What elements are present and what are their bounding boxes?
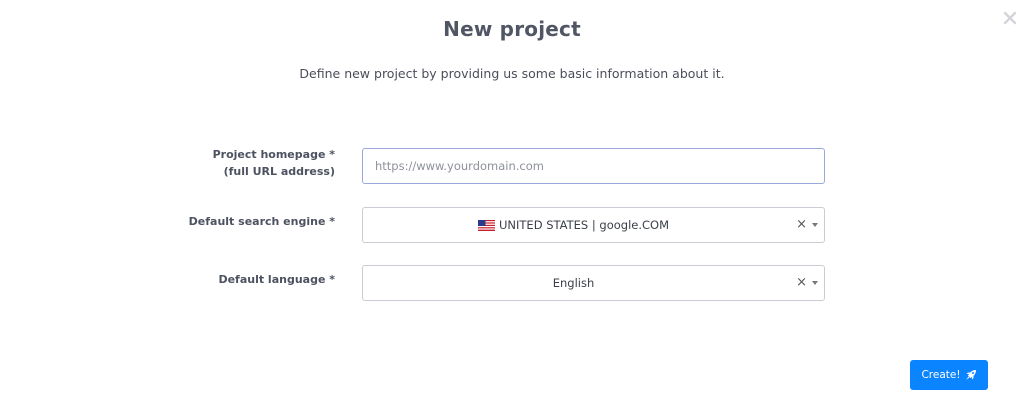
homepage-label-hint: (full URL address) [223, 165, 335, 178]
chevron-down-icon[interactable] [812, 281, 818, 285]
language-label: Default language * [218, 273, 335, 286]
clear-selection-icon[interactable]: × [796, 275, 807, 291]
homepage-label-main: Project homepage * [212, 148, 335, 161]
us-flag-icon [478, 219, 495, 231]
rocket-icon [965, 369, 977, 381]
create-button[interactable]: Create! [910, 360, 988, 390]
new-project-modal: New project Define new project by provid… [0, 0, 1024, 398]
clear-selection-icon[interactable]: × [796, 217, 807, 233]
create-button-label: Create! [921, 369, 961, 381]
search-engine-select[interactable]: UNITED STATES | google.COM × [362, 207, 825, 243]
homepage-url-input[interactable] [362, 148, 825, 184]
homepage-label: Project homepage * (full URL address) [75, 146, 335, 180]
language-select[interactable]: English × [362, 265, 825, 301]
modal-subtitle: Define new project by providing us some … [299, 66, 725, 81]
modal-title: New project [443, 17, 581, 41]
language-selected: English [363, 266, 784, 300]
chevron-down-icon[interactable] [812, 223, 818, 227]
language-value: English [552, 276, 595, 290]
search-engine-selected: UNITED STATES | google.COM [363, 208, 784, 242]
search-engine-value: UNITED STATES | google.COM [499, 218, 669, 232]
search-engine-label: Default search engine * [188, 215, 335, 228]
